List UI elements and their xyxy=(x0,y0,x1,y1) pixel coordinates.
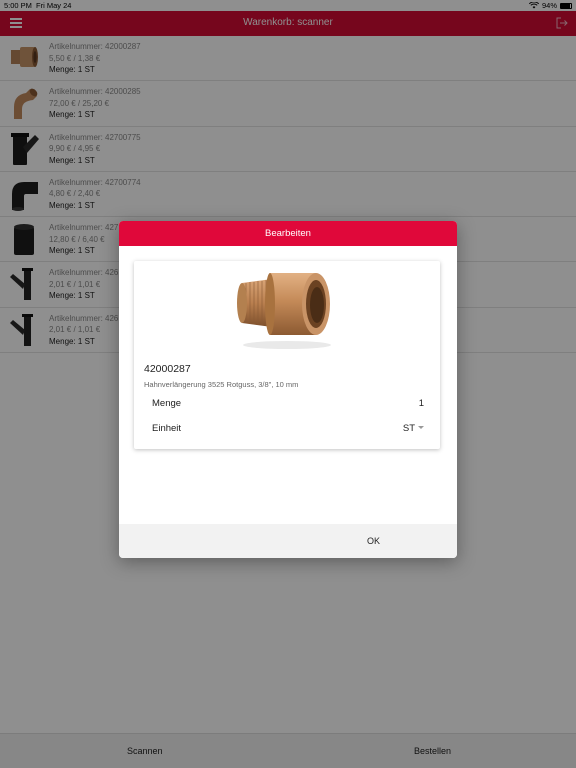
product-card: 42000287 Hahnverlängerung 3525 Rotguss, … xyxy=(134,261,440,449)
product-code: 42000287 xyxy=(144,363,191,375)
quantity-input[interactable]: 1 xyxy=(419,398,424,409)
unit-row: Einheit ST xyxy=(152,423,424,434)
unit-label: Einheit xyxy=(152,423,182,434)
quantity-label: Menge xyxy=(152,398,182,409)
unit-select[interactable]: ST xyxy=(403,423,424,434)
ok-button[interactable]: OK xyxy=(367,536,380,546)
edit-dialog: Bearbeiten 42000287 Hahnverlängerung 352… xyxy=(119,221,457,558)
dialog-footer: OK xyxy=(119,524,457,558)
dropdown-caret-icon xyxy=(418,425,424,429)
unit-select-value: ST xyxy=(402,423,415,434)
product-image xyxy=(237,273,331,349)
product-description: Hahnverlängerung 3525 Rotguss, 3/8", 10 … xyxy=(144,380,299,389)
quantity-row: Menge 1 xyxy=(152,398,424,409)
dialog-title: Bearbeiten xyxy=(119,221,457,246)
